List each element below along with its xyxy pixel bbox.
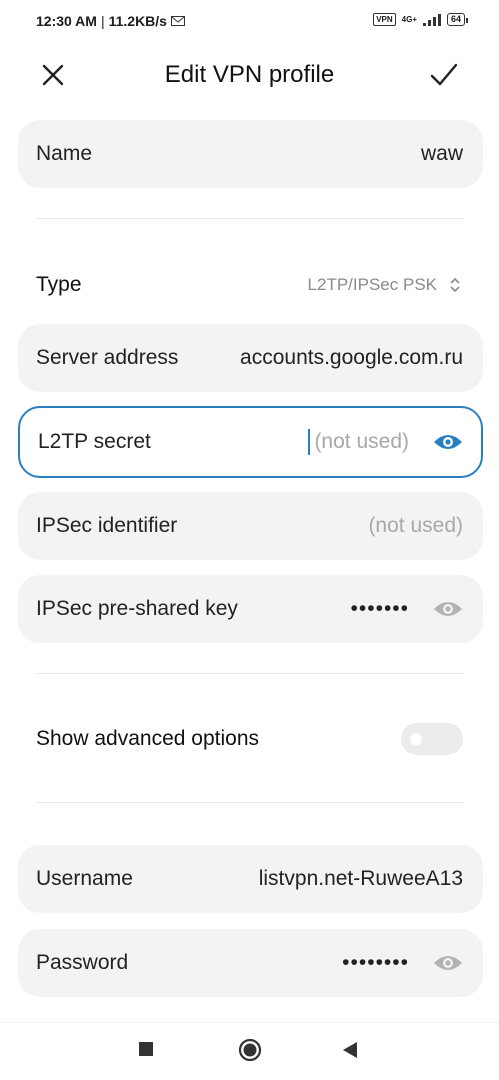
toggle-knob — [410, 733, 422, 745]
home-circle-icon[interactable] — [238, 1038, 262, 1062]
name-value: waw — [420, 142, 463, 165]
advanced-options-label: Show advanced options — [36, 727, 259, 750]
advanced-options-row: Show advanced options — [36, 716, 463, 762]
ipsec-identifier-label: IPSec identifier — [36, 514, 178, 537]
username-label: Username — [36, 867, 133, 890]
app-header: Edit VPN profile — [0, 50, 499, 100]
save-button[interactable] — [429, 60, 459, 90]
type-selector[interactable]: Type L2TP/IPSec PSK — [36, 262, 463, 308]
navigation-bar — [0, 1022, 499, 1080]
username-field[interactable]: Username listvpn.net-RuweeA13 — [18, 845, 483, 913]
network-type: 4G+ — [401, 15, 417, 24]
advanced-options-toggle[interactable] — [401, 723, 463, 755]
l2tp-secret-label: L2TP secret — [38, 430, 151, 453]
server-address-field[interactable]: Server address accounts.google.com.ru — [18, 324, 483, 392]
recents-square-icon[interactable] — [138, 1041, 154, 1057]
vpn-icon: VPN — [373, 13, 396, 26]
eye-icon[interactable] — [433, 952, 463, 974]
username-value: listvpn.net-RuweeA13 — [258, 867, 463, 890]
password-label: Password — [36, 951, 129, 974]
ipsec-identifier-field[interactable]: IPSec identifier (not used) — [18, 492, 483, 560]
status-time: 12:30 AM — [36, 13, 97, 29]
checkmark-icon — [430, 63, 458, 86]
password-field[interactable]: Password •••••••• — [18, 929, 483, 997]
battery-icon: 64 — [446, 13, 469, 26]
ipsec-psk-label: IPSec pre-shared key — [36, 597, 238, 620]
type-value: L2TP/IPSec PSK — [307, 275, 437, 294]
mail-icon — [170, 16, 185, 26]
chevron-updown-icon — [450, 277, 460, 293]
l2tp-secret-placeholder: (not used) — [314, 430, 409, 453]
divider — [36, 802, 463, 803]
type-label: Type — [36, 273, 82, 296]
status-separator: | — [100, 13, 105, 29]
signal-icon — [422, 13, 441, 26]
server-address-label: Server address — [36, 346, 179, 369]
status-right: VPN 4G+ 64 — [373, 13, 469, 26]
status-bar: 12:30 AM | 11.2KB/s VPN 4G+ 64 — [0, 0, 499, 44]
ipsec-psk-field[interactable]: IPSec pre-shared key ••••••• — [18, 575, 483, 643]
eye-icon[interactable] — [433, 598, 463, 620]
text-cursor — [308, 429, 310, 455]
name-field[interactable]: Name waw — [18, 120, 483, 188]
eye-icon[interactable] — [433, 431, 463, 453]
divider — [36, 218, 463, 219]
name-label: Name — [36, 142, 93, 165]
divider — [36, 673, 463, 674]
ipsec-psk-value: ••••••• — [350, 597, 409, 620]
status-left: 12:30 AM | 11.2KB/s — [36, 13, 185, 29]
page-title: Edit VPN profile — [164, 61, 335, 88]
l2tp-secret-field[interactable]: L2TP secret (not used) — [18, 406, 483, 478]
status-speed: 11.2KB/s — [108, 13, 167, 29]
back-triangle-icon[interactable] — [342, 1041, 358, 1059]
password-value: •••••••• — [342, 951, 409, 974]
ipsec-identifier-placeholder: (not used) — [368, 514, 463, 537]
server-address-value: accounts.google.com.ru — [240, 346, 463, 369]
